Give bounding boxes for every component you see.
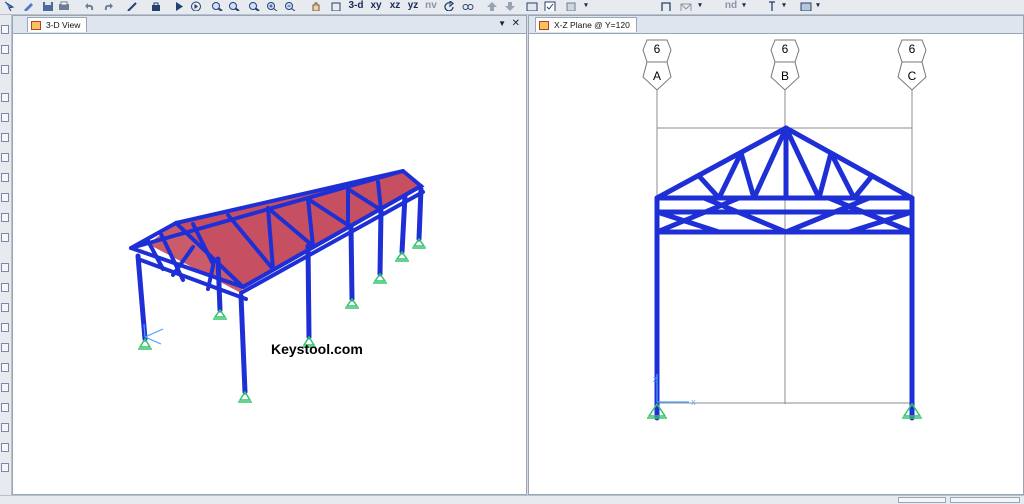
model-3d-canvas[interactable] — [13, 34, 526, 495]
draw-brace-icon[interactable] — [1, 133, 9, 142]
snap-points-icon[interactable] — [1, 343, 9, 352]
view-3d-button[interactable]: 3-d — [348, 0, 364, 14]
set-view-icon[interactable] — [330, 1, 342, 11]
view-xy-button[interactable]: xy — [369, 0, 383, 14]
reshape-icon[interactable] — [1, 45, 9, 54]
get-previous-selection-icon[interactable] — [1, 283, 9, 292]
axis-z-label: Z — [653, 377, 658, 384]
grid-bubble-top-text: 6 — [782, 42, 789, 56]
zoom-previous-icon[interactable] — [248, 1, 260, 11]
clear-selection-icon[interactable] — [1, 303, 9, 312]
save-icon[interactable] — [42, 1, 54, 11]
grid-bubble-label: B — [781, 69, 789, 83]
view-yz-button[interactable]: yz — [406, 0, 420, 14]
grid-bubble-a: 6 A — [642, 39, 672, 91]
print-icon[interactable] — [58, 1, 70, 11]
tab-xz-plane[interactable]: X-Z Plane @ Y=120 — [535, 17, 637, 32]
zoom-extents-icon[interactable] — [228, 1, 240, 11]
intersecting-line-select-icon[interactable] — [1, 323, 9, 332]
perspective-icon[interactable] — [462, 1, 474, 11]
watermark-text: Keystool.com — [271, 341, 363, 357]
grid-bubble-top-text: 6 — [909, 42, 916, 56]
left-toolbar — [0, 15, 12, 503]
view-window-xz[interactable]: X-Z Plane @ Y=120 6 A 6 B 6 C Z X — [528, 15, 1024, 495]
status-field-1 — [898, 497, 946, 503]
supports — [647, 402, 922, 419]
zoom-out-icon[interactable] — [284, 1, 296, 11]
snap-fine-grid-icon[interactable] — [1, 443, 9, 452]
move-up-icon[interactable] — [486, 1, 498, 11]
column-icon[interactable] — [766, 1, 778, 11]
move-down-icon[interactable] — [504, 1, 516, 11]
lock-icon[interactable] — [150, 1, 162, 11]
grid-bubble-c: 6 C — [897, 39, 927, 91]
show-checked-icon[interactable] — [544, 1, 556, 11]
snap-intersections-icon[interactable] — [1, 383, 9, 392]
frame-dropdown[interactable]: ▾ — [696, 0, 704, 14]
pointer-icon[interactable] — [3, 1, 15, 11]
grid-bubble-label: A — [653, 69, 661, 83]
snap-lines-icon[interactable] — [1, 423, 9, 432]
view-nv-button[interactable]: nv — [424, 0, 438, 14]
zoom-window-icon[interactable] — [211, 1, 223, 11]
snap-custom-icon[interactable] — [1, 463, 9, 472]
window-menu-dropdown[interactable]: ▼ — [498, 16, 506, 32]
view-xz-button[interactable]: xz — [388, 0, 402, 14]
grid-bubble-top-text: 6 — [654, 42, 661, 56]
pan-hand-icon[interactable] — [310, 1, 322, 11]
select-all-icon[interactable] — [1, 263, 9, 272]
quick-draw-area-icon[interactable] — [1, 213, 9, 222]
tabstrip-xz: X-Z Plane @ Y=120 — [529, 16, 1023, 34]
nd-dropdown[interactable]: ▾ — [740, 0, 748, 14]
undo-icon[interactable] — [84, 1, 96, 11]
grid-bubble-label: C — [908, 69, 917, 83]
model-xz-canvas[interactable]: 6 A 6 B 6 C Z X — [529, 34, 1023, 495]
display-options-dropdown[interactable]: ▾ — [582, 0, 590, 14]
draw-rectangle-icon[interactable] — [1, 193, 9, 202]
draw-pencil-icon[interactable] — [126, 1, 138, 11]
object-shrink-icon[interactable] — [526, 1, 538, 11]
redo-icon[interactable] — [102, 1, 114, 11]
truss-icon[interactable] — [680, 1, 692, 11]
select-pointer-icon[interactable] — [1, 25, 9, 34]
area-dropdown[interactable]: ▾ — [814, 0, 822, 14]
zoom-in-icon[interactable] — [266, 1, 278, 11]
quick-draw-frame-icon[interactable] — [1, 113, 9, 122]
tabstrip-3d: 3-D View ▼ ✕ — [13, 16, 526, 34]
draw-secondary-beam-icon[interactable] — [1, 153, 9, 162]
area-object-icon[interactable] — [800, 1, 812, 11]
display-options-icon[interactable] — [566, 1, 578, 11]
tab-3d-view-label: 3-D View — [46, 20, 81, 30]
model-window-icon — [31, 21, 41, 30]
frame-icon[interactable] — [660, 1, 672, 11]
draw-area-icon[interactable] — [1, 173, 9, 182]
tab-xz-plane-label: X-Z Plane @ Y=120 — [554, 20, 630, 30]
view-window-3d[interactable]: 3-D View ▼ ✕ Keystool.com — [12, 15, 527, 495]
draw-joint-icon[interactable] — [1, 65, 9, 74]
draw-frame-icon[interactable] — [1, 93, 9, 102]
column-dropdown[interactable]: ▾ — [780, 0, 788, 14]
model-window-icon — [539, 21, 549, 30]
grid-bubble-b: 6 B — [770, 39, 800, 91]
rotate-icon[interactable] — [444, 1, 456, 11]
main-toolbar: 3-d xy xz yz nv ▾ ▾ nd ▾ ▾ ▾ — [0, 0, 1024, 15]
tab-3d-view[interactable]: 3-D View — [27, 17, 88, 32]
pencil-icon[interactable] — [22, 1, 34, 11]
run-analysis-icon[interactable] — [173, 1, 185, 11]
snap-perpendicular-icon[interactable] — [1, 403, 9, 412]
close-window-button[interactable]: ✕ — [512, 16, 520, 32]
axis-x-label: X — [691, 400, 696, 407]
draw-solid-icon[interactable] — [1, 233, 9, 242]
run-now-icon[interactable] — [190, 1, 202, 11]
status-field-2 — [950, 497, 1020, 503]
nd-button[interactable]: nd — [724, 0, 738, 14]
snap-ends-icon[interactable] — [1, 363, 9, 372]
